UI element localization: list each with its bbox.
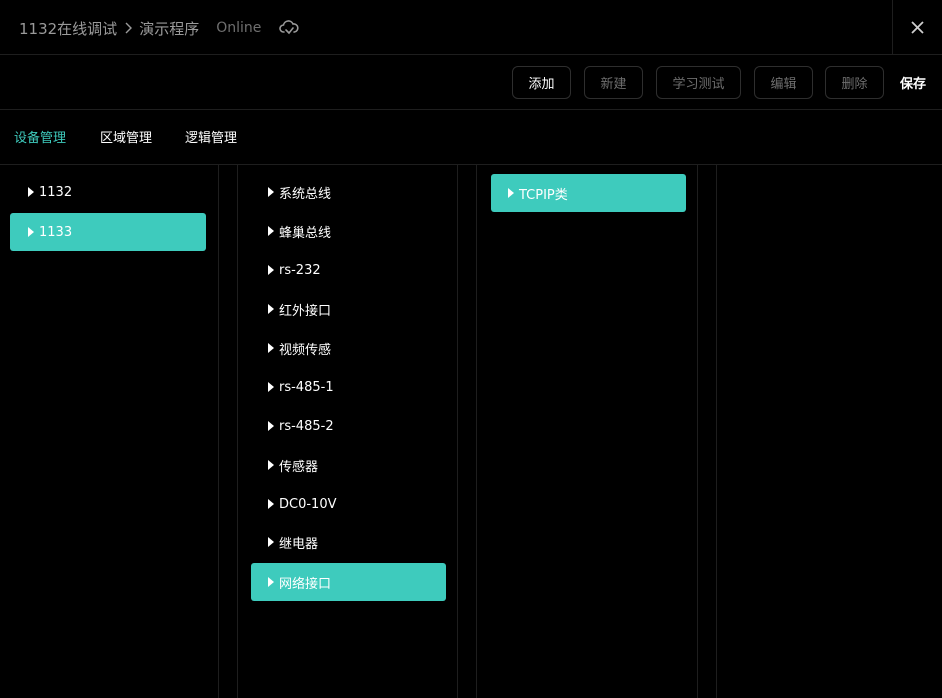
caret-right-icon — [268, 577, 274, 587]
save-button[interactable]: 保存 — [900, 66, 926, 99]
interface-item-label: rs-232 — [279, 262, 321, 278]
connection-status: Online — [216, 20, 262, 36]
caret-right-icon — [28, 227, 34, 237]
column-divider — [476, 165, 477, 698]
type-item-label: TCPIP类 — [519, 187, 568, 203]
interface-item-label: rs-485-1 — [279, 379, 334, 395]
caret-right-icon — [268, 460, 274, 470]
breadcrumb-current: 演示程序 — [139, 19, 200, 38]
chevron-right-icon — [117, 22, 139, 34]
interface-item-label: 系统总线 — [279, 186, 332, 202]
interface-item-label: DC0-10V — [279, 496, 337, 512]
close-icon — [911, 21, 924, 34]
interface-item-label: 蜂巢总线 — [279, 225, 332, 241]
interface-item-label: 网络接口 — [279, 576, 332, 592]
caret-right-icon — [268, 265, 274, 275]
interface-item[interactable]: rs-485-2 — [251, 407, 446, 445]
caret-right-icon — [268, 537, 274, 547]
interface-item[interactable]: 红外接口 — [251, 290, 446, 328]
column-divider — [237, 165, 238, 698]
tab-device-management[interactable]: 设备管理 — [14, 127, 66, 147]
caret-right-icon — [268, 421, 274, 431]
cloud-sync-icon[interactable] — [279, 19, 299, 37]
column-divider — [218, 165, 219, 698]
caret-right-icon — [268, 304, 274, 314]
column-divider — [457, 165, 458, 698]
tab-logic-management[interactable]: 逻辑管理 — [185, 127, 237, 147]
caret-right-icon — [268, 382, 274, 392]
interface-item-label: 红外接口 — [279, 303, 332, 319]
caret-right-icon — [268, 226, 274, 236]
interface-item-label: 传感器 — [279, 459, 319, 475]
breadcrumb-root[interactable]: 1132在线调试 — [19, 18, 117, 39]
interface-item[interactable]: 蜂巢总线 — [251, 212, 446, 250]
edit-button[interactable]: 编辑 — [754, 66, 813, 99]
interface-item[interactable]: DC0-10V — [251, 485, 446, 523]
add-button[interactable]: 添加 — [512, 66, 571, 99]
delete-button[interactable]: 删除 — [825, 66, 884, 99]
column-divider — [697, 165, 698, 698]
tab-area-management[interactable]: 区域管理 — [100, 127, 152, 147]
caret-right-icon — [28, 187, 34, 197]
column-divider — [716, 165, 717, 698]
interface-item[interactable]: 传感器 — [251, 446, 446, 484]
interface-item-label: 继电器 — [279, 536, 319, 552]
title-bar: 1132在线调试 演示程序 Online — [0, 0, 942, 55]
interface-item[interactable]: 继电器 — [251, 523, 446, 561]
type-item-tcpip[interactable]: TCPIP类 — [491, 174, 686, 212]
host-item-label: 1132 — [39, 184, 73, 200]
breadcrumb: 1132在线调试 演示程序 Online — [19, 17, 299, 39]
new-button[interactable]: 新建 — [584, 66, 643, 99]
close-button[interactable] — [892, 0, 942, 55]
caret-right-icon — [268, 187, 274, 197]
tab-bar: 设备管理 区域管理 逻辑管理 — [0, 110, 942, 165]
host-item-1132[interactable]: 1132 — [10, 173, 206, 211]
caret-right-icon — [268, 343, 274, 353]
interface-item[interactable]: 网络接口 — [251, 563, 446, 601]
caret-right-icon — [268, 499, 274, 509]
interface-item-label: rs-485-2 — [279, 418, 334, 434]
caret-right-icon — [508, 188, 514, 198]
interface-item-label: 视频传感 — [279, 342, 332, 358]
interface-item[interactable]: 系统总线 — [251, 173, 446, 211]
learn-test-button[interactable]: 学习测试 — [656, 66, 741, 99]
host-item-label: 1133 — [39, 224, 73, 240]
toolbar: 添加 新建 学习测试 编辑 删除 保存 — [0, 55, 942, 110]
host-item-1133[interactable]: 1133 — [10, 213, 206, 251]
interface-item[interactable]: rs-485-1 — [251, 368, 446, 406]
interface-item[interactable]: 视频传感 — [251, 329, 446, 367]
interface-item[interactable]: rs-232 — [251, 251, 446, 289]
